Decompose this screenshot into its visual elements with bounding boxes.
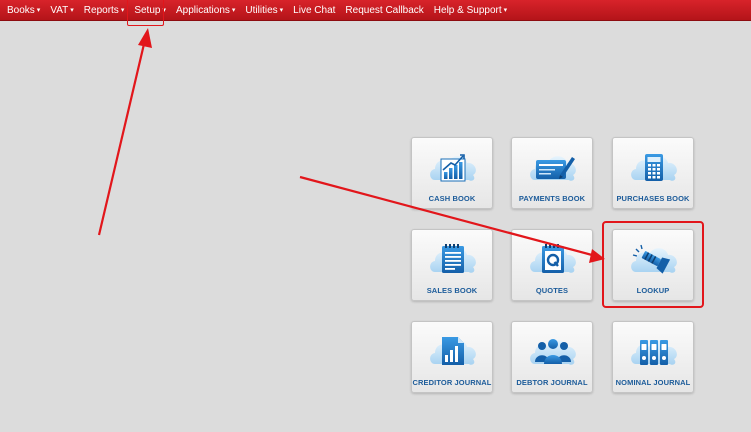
annotation-arrows [97,28,605,263]
arrow-to-lookup [299,175,605,263]
arrow-to-setup [97,28,152,236]
